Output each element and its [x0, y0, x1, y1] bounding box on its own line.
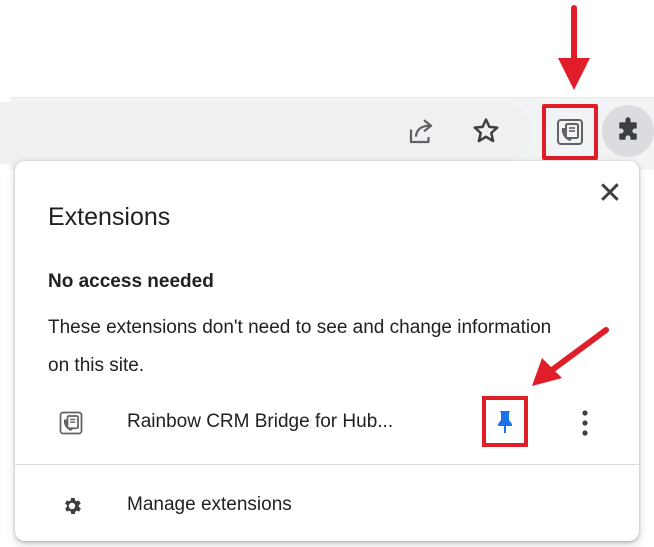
extensions-menu-button[interactable] [602, 105, 654, 157]
close-icon: ✕ [597, 177, 623, 210]
manage-extensions-label: Manage extensions [127, 494, 292, 515]
address-bar[interactable] [0, 102, 532, 164]
annotation-arrow-diagonal [532, 327, 609, 386]
section-heading: No access needed [48, 271, 214, 292]
extension-icon [55, 407, 87, 439]
annotation-arrow-down [558, 5, 590, 90]
extension-name: Rainbow CRM Bridge for Hub... [127, 411, 394, 432]
share-button[interactable] [403, 114, 439, 150]
extension-more-button[interactable] [571, 405, 599, 441]
pinned-extension-button[interactable] [542, 104, 598, 160]
bookmark-button[interactable] [467, 112, 505, 150]
browser-screenshot: ✕ Extensions No access needed These exte… [0, 0, 654, 547]
rainbow-crm-icon [59, 411, 83, 435]
popup-title: Extensions [48, 203, 171, 231]
manage-extensions-row[interactable]: Manage extensions [15, 478, 639, 534]
close-button[interactable]: ✕ [592, 176, 628, 212]
share-icon [409, 119, 433, 144]
more-vert-icon [582, 410, 588, 436]
gear-icon [60, 494, 84, 518]
extension-row[interactable]: Rainbow CRM Bridge for Hub... [15, 393, 639, 453]
browser-toolbar [0, 97, 654, 170]
star-icon [473, 118, 499, 143]
pin-extension-button[interactable] [482, 396, 528, 447]
divider [15, 464, 639, 465]
puzzle-icon [619, 117, 637, 140]
pin-icon [498, 410, 512, 433]
rainbow-crm-icon [557, 119, 583, 145]
section-description: These extensions don't need to see and c… [48, 317, 552, 376]
